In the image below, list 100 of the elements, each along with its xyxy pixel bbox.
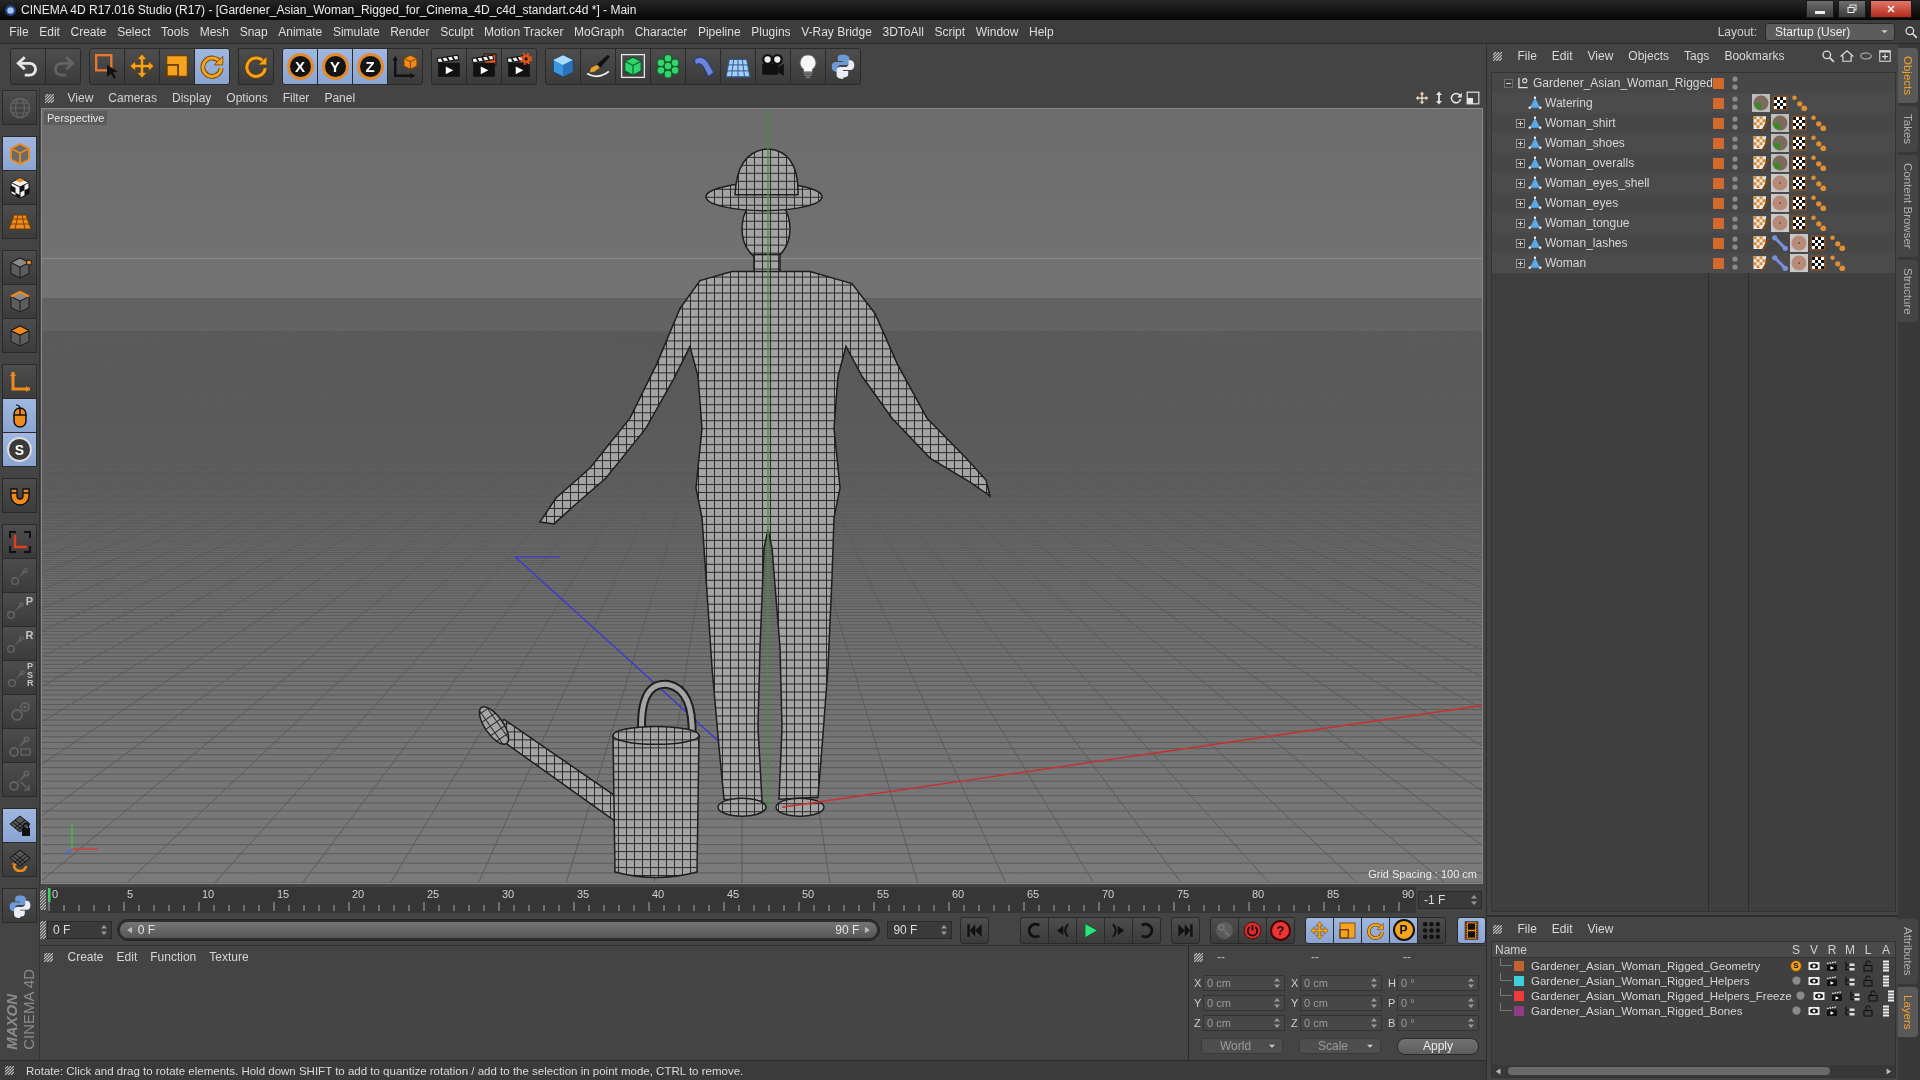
eye-icon[interactable] (1808, 1004, 1820, 1017)
layer-name[interactable]: Gardener_Asian_Woman_Rigged_Helpers_Freeze (1531, 989, 1792, 1002)
close-button[interactable] (1870, 0, 1912, 18)
key-rotation-button[interactable] (1361, 916, 1390, 944)
menu-item[interactable]: Simulate (327, 24, 385, 39)
menu-item[interactable]: Select (111, 24, 156, 39)
object-row[interactable]: Watering (1492, 93, 1895, 113)
clapperboard-icon[interactable] (1826, 1004, 1838, 1017)
hierarchy-icon[interactable] (1844, 974, 1856, 987)
expand-icon[interactable] (1516, 138, 1525, 148)
play-button[interactable] (1076, 916, 1105, 944)
cloner-button[interactable] (650, 47, 686, 85)
edges-mode-button[interactable] (2, 284, 37, 319)
solo-toggle[interactable]: S (1790, 959, 1802, 972)
floor-button[interactable] (720, 47, 756, 85)
live-selection-button[interactable] (89, 47, 125, 85)
visibility-dots-icon[interactable] (1731, 195, 1739, 211)
snap-button[interactable]: S (2, 432, 37, 467)
object-row[interactable]: Woman_tongue (1492, 213, 1895, 233)
undo-button[interactable] (10, 47, 46, 85)
render-settings-button[interactable] (501, 47, 537, 85)
menu-item[interactable]: Motion Tracker (478, 24, 569, 39)
menu-item[interactable]: File (1510, 49, 1545, 63)
magnet-button[interactable] (2, 478, 37, 513)
collapse-icon[interactable] (1504, 78, 1513, 88)
orbit-icon[interactable] (1449, 91, 1463, 105)
hierarchy-icon[interactable] (1844, 959, 1856, 972)
grid-loop-button[interactable] (2, 842, 37, 877)
menu-item[interactable]: Cameras (100, 91, 165, 105)
model-mode-button[interactable] (2, 136, 37, 171)
axis-mode-button[interactable] (2, 364, 37, 399)
apply-button[interactable]: Apply (1397, 1037, 1479, 1055)
oval-icon[interactable] (1859, 49, 1873, 63)
key-scale-button[interactable] (1333, 916, 1362, 944)
side-tab[interactable]: Structure (1898, 259, 1918, 323)
go-to-start-button[interactable] (960, 916, 989, 944)
menu-item[interactable]: Options (218, 91, 276, 105)
object-row[interactable]: Woman_shoes (1492, 133, 1895, 153)
layout-dropdown[interactable]: Startup (User) (1765, 22, 1895, 41)
viewport-canvas[interactable]: Perspective Grid Spacing : 100 cm (41, 108, 1483, 884)
record-button[interactable] (1238, 916, 1267, 944)
recent-tool-button[interactable] (238, 47, 274, 85)
render-view-button[interactable] (431, 47, 467, 85)
menu-item[interactable]: File (1510, 922, 1545, 936)
menu-item[interactable]: Function (143, 950, 203, 964)
key-parameter-button[interactable]: P (1389, 916, 1418, 944)
menu-item[interactable]: Edit (1544, 922, 1581, 936)
menu-item[interactable]: Character (629, 24, 693, 39)
side-tab[interactable]: Attributes (1898, 919, 1918, 984)
menu-item[interactable]: Window (970, 24, 1024, 39)
axis-bracket-button[interactable] (2, 524, 37, 559)
camera-button[interactable] (755, 47, 791, 85)
timeline-ruler[interactable]: 0 5 10 15 20 25 30 35 40 45 50 55 60 65 70 75 80 85 90 (48, 887, 1416, 913)
eye-icon[interactable] (1808, 974, 1820, 987)
expand-icon[interactable] (1516, 238, 1525, 248)
clapperboard-icon[interactable] (1826, 959, 1838, 972)
minimize-button[interactable] (1806, 0, 1834, 18)
playhead-marker[interactable] (48, 888, 51, 902)
coordinate-system-button[interactable] (387, 47, 423, 85)
subdivision-button[interactable] (615, 47, 651, 85)
menu-item[interactable]: Panel (316, 91, 363, 105)
bars-icon[interactable] (1880, 959, 1892, 972)
menu-item[interactable]: Sculpt (434, 24, 479, 39)
menu-item[interactable]: Edit (1544, 49, 1581, 63)
expand-icon[interactable] (1516, 198, 1525, 208)
side-tab[interactable]: Content Browser (1898, 155, 1918, 257)
visibility-dots-icon[interactable] (1731, 155, 1739, 171)
menu-item[interactable]: Create (65, 24, 112, 39)
timeline-button[interactable] (1457, 916, 1486, 944)
grid-lock-button[interactable] (2, 808, 37, 843)
start-frame-field[interactable]: 0 F (47, 921, 112, 939)
clapperboard-icon[interactable] (1830, 989, 1843, 1002)
visibility-dots-icon[interactable] (1731, 175, 1739, 191)
object-row[interactable]: Woman_shirt (1492, 113, 1895, 133)
menu-item[interactable]: Animate (272, 24, 328, 39)
deformer-button[interactable] (685, 47, 721, 85)
expand-icon[interactable] (1516, 178, 1525, 188)
menu-item[interactable]: File (4, 24, 34, 39)
key-position-button[interactable] (1305, 916, 1334, 944)
visibility-dots-icon[interactable] (1731, 95, 1739, 111)
points-mode-button[interactable] (2, 250, 37, 285)
object-row[interactable]: Woman (1492, 253, 1895, 273)
object-row[interactable]: Woman_eyes (1492, 193, 1895, 213)
menu-item[interactable]: View (60, 91, 101, 105)
visibility-dots-icon[interactable] (1731, 215, 1739, 231)
menu-item[interactable]: Filter (275, 91, 317, 105)
expand-icon[interactable] (1516, 218, 1525, 228)
horizontal-scrollbar[interactable] (1492, 1065, 1895, 1077)
object-row[interactable]: Woman_overalls (1492, 153, 1895, 173)
menu-item[interactable]: V-Ray Bridge (795, 24, 878, 39)
bars-icon[interactable] (1880, 1004, 1892, 1017)
menu-item[interactable]: Create (61, 950, 111, 964)
render-button[interactable] (466, 47, 502, 85)
layer-name[interactable]: Gardener_Asian_Woman_Rigged_Geometry (1531, 959, 1787, 972)
visibility-dots-icon[interactable] (1731, 235, 1739, 251)
current-frame-field[interactable]: -1 F (1418, 891, 1482, 909)
hierarchy-icon[interactable] (1844, 1004, 1856, 1017)
polygons-mode-button[interactable] (2, 318, 37, 353)
texture-mode-button[interactable] (2, 170, 37, 205)
dot-icon[interactable] (1790, 975, 1802, 986)
